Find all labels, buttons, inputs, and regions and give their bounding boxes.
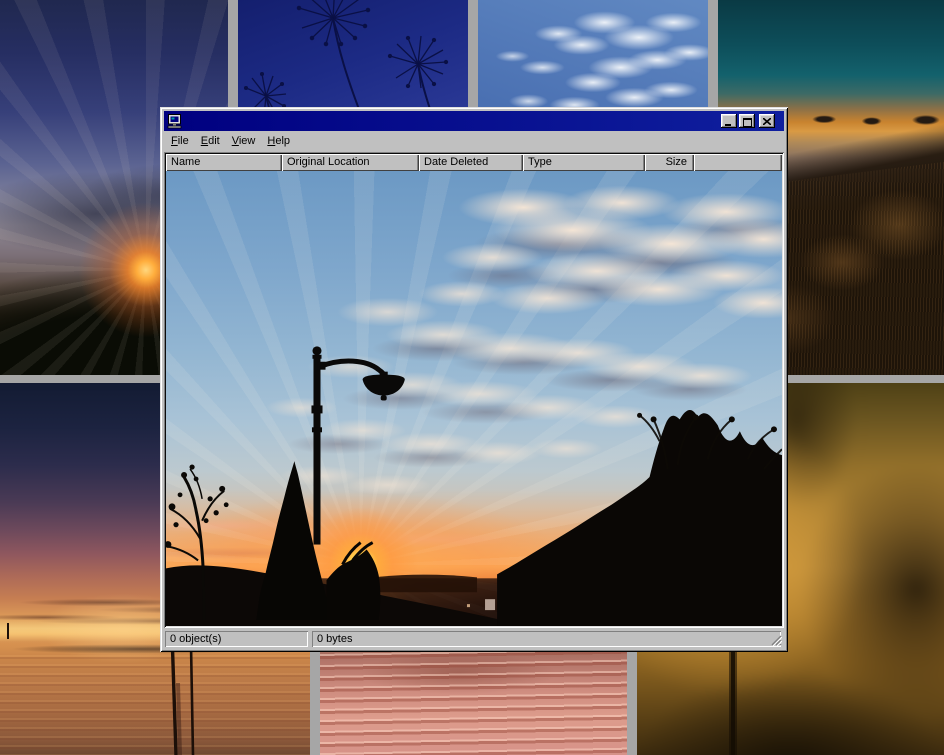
column-header-size[interactable]: Size	[645, 154, 694, 171]
menu-file[interactable]: File	[165, 133, 195, 150]
close-icon	[763, 118, 771, 125]
sunset-silhouettes-icon	[166, 171, 782, 626]
close-button[interactable]	[759, 114, 775, 128]
resize-grip[interactable]	[770, 634, 782, 646]
maximize-button[interactable]	[739, 114, 755, 128]
water-ripples-texture	[320, 643, 627, 755]
status-size: 0 bytes	[312, 631, 781, 647]
menu-bar: File Edit View Help	[164, 132, 784, 151]
menu-edit[interactable]: Edit	[195, 133, 226, 150]
column-header-type[interactable]: Type	[523, 154, 645, 171]
column-header-date-deleted[interactable]: Date Deleted	[419, 154, 523, 171]
status-object-count: 0 object(s)	[165, 631, 308, 647]
file-list-area[interactable]	[166, 171, 782, 626]
column-header-row: Name Original Location Date Deleted Type…	[166, 154, 782, 171]
status-bar: 0 object(s) 0 bytes	[164, 630, 784, 648]
minimize-icon	[725, 119, 733, 126]
column-header-name[interactable]: Name	[166, 154, 282, 171]
minimize-button[interactable]	[721, 114, 737, 128]
maximize-icon	[743, 118, 752, 127]
street-lamp-silhouette-icon	[311, 346, 404, 544]
window-recycle-bin: File Edit View Help Name Original Locati…	[160, 107, 788, 652]
menu-view[interactable]: View	[226, 133, 262, 150]
window-titlebar[interactable]	[164, 111, 784, 131]
column-header-original-location[interactable]: Original Location	[282, 154, 419, 171]
file-list-frame: Name Original Location Date Deleted Type…	[164, 152, 784, 628]
computer-icon[interactable]	[167, 113, 183, 129]
column-header-filler[interactable]	[694, 154, 782, 171]
menu-help[interactable]: Help	[261, 133, 296, 150]
